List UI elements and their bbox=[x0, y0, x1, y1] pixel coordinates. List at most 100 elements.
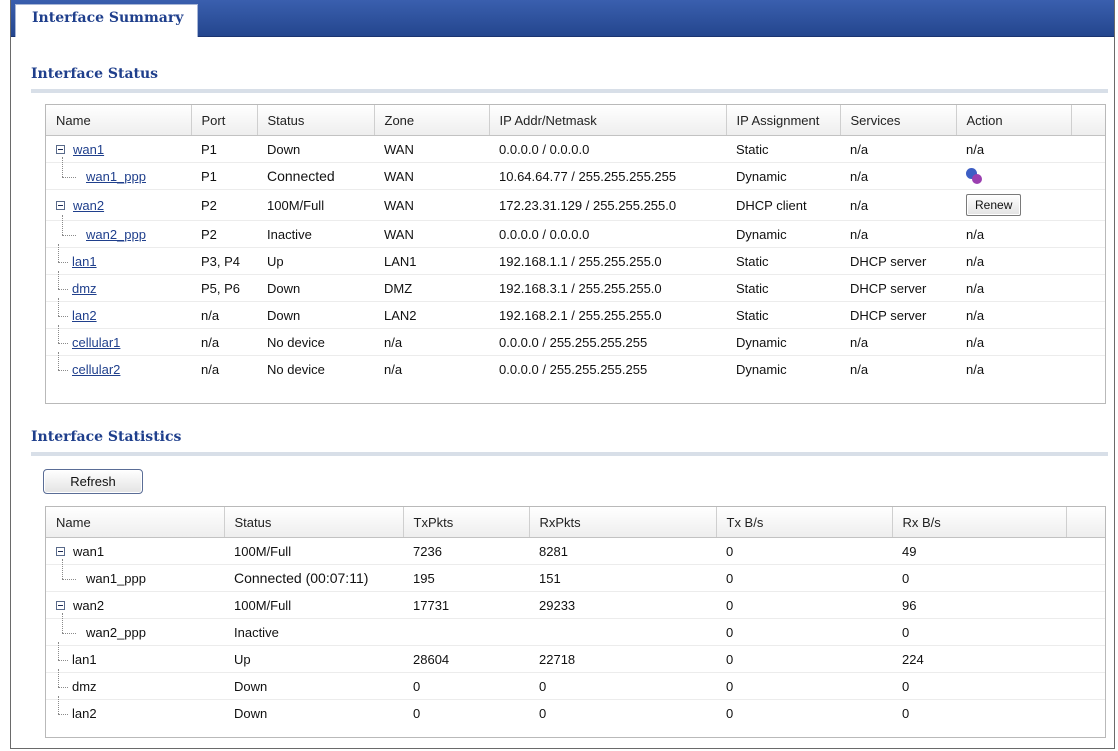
name-cell: dmz bbox=[46, 668, 224, 700]
spacer-cell bbox=[1066, 564, 1105, 592]
connect-icon[interactable] bbox=[966, 168, 982, 185]
zone-cell: WAN bbox=[374, 162, 489, 190]
column-header[interactable]: Zone bbox=[374, 105, 490, 136]
interface-name: wan1 bbox=[73, 543, 105, 559]
status-cell: 100M/Full bbox=[224, 537, 403, 565]
zone-cell: LAN1 bbox=[374, 247, 489, 275]
txpkts-cell: 7236 bbox=[403, 537, 529, 565]
column-header[interactable]: Name bbox=[46, 507, 225, 538]
column-header[interactable]: Action bbox=[956, 105, 1072, 136]
action-cell: n/a bbox=[956, 220, 1071, 248]
ip-netmask-cell: 0.0.0.0 / 255.255.255.255 bbox=[489, 328, 726, 356]
rxpkts-cell: 151 bbox=[529, 564, 716, 592]
interface-link[interactable]: wan1_ppp bbox=[86, 169, 146, 184]
zone-cell: WAN bbox=[374, 135, 489, 163]
column-header[interactable]: Services bbox=[840, 105, 957, 136]
tab-interface-summary[interactable]: Interface Summary bbox=[15, 4, 198, 37]
action-cell: n/a bbox=[956, 301, 1071, 329]
name-cell: wan1 bbox=[46, 537, 224, 565]
column-header[interactable] bbox=[1071, 105, 1105, 136]
interface-link[interactable]: wan2_ppp bbox=[86, 227, 146, 242]
column-header[interactable]: Status bbox=[224, 507, 404, 538]
tree-branch: wan2_ppp bbox=[56, 214, 146, 242]
column-header[interactable]: Rx B/s bbox=[892, 507, 1067, 538]
column-header[interactable]: Name bbox=[46, 105, 192, 136]
collapse-icon[interactable] bbox=[56, 546, 65, 556]
interface-statistics-table: Name Status TxPkts RxPkts Tx B/s Rx B/s wan1 1… bbox=[45, 506, 1106, 738]
spacer-cell bbox=[1071, 189, 1105, 221]
name-cell: wan2 bbox=[46, 189, 191, 221]
interface-link[interactable]: wan1 bbox=[73, 142, 104, 157]
ip-netmask-cell: 192.168.3.1 / 255.255.255.0 bbox=[489, 274, 726, 302]
tree-branch: lan2 bbox=[56, 297, 97, 323]
interface-link[interactable]: dmz bbox=[72, 281, 97, 296]
rxpkts-cell bbox=[529, 618, 716, 646]
column-header[interactable]: RxPkts bbox=[529, 507, 717, 538]
interface-link[interactable]: wan2 bbox=[73, 198, 104, 213]
renew-button[interactable]: Renew bbox=[966, 194, 1022, 216]
status-cell: Down bbox=[257, 274, 374, 302]
column-header[interactable]: Status bbox=[257, 105, 375, 136]
services-cell: n/a bbox=[840, 328, 956, 356]
interface-summary-panel: Interface Summary Interface Status Name P… bbox=[10, 0, 1115, 749]
tx-bps-cell: 0 bbox=[716, 618, 892, 646]
action-cell: n/a bbox=[956, 135, 1071, 163]
column-header[interactable]: TxPkts bbox=[403, 507, 530, 538]
column-header[interactable]: IP Assignment bbox=[726, 105, 841, 136]
rx-bps-cell: 0 bbox=[892, 564, 1066, 592]
spacer-cell bbox=[1066, 672, 1105, 700]
table-row: lan2 Down 0 0 0 0 bbox=[46, 695, 1105, 727]
status-cell: Inactive bbox=[224, 618, 403, 646]
column-header[interactable] bbox=[1066, 507, 1105, 538]
ip-assignment-cell: Static bbox=[726, 301, 840, 329]
table-row: wan1_ppp Connected (00:07:11) 195 151 0 0 bbox=[46, 558, 1105, 592]
services-cell: n/a bbox=[840, 220, 956, 248]
action-cell: n/a bbox=[956, 328, 1071, 356]
tree-branch: wan2_ppp bbox=[56, 612, 146, 640]
table-row: wan1 P1 Down WAN 0.0.0.0 / 0.0.0.0 Static n/a n… bbox=[46, 135, 1105, 163]
column-header[interactable]: Port bbox=[191, 105, 258, 136]
table-row: wan2 100M/Full 17731 29233 0 96 bbox=[46, 591, 1105, 619]
status-cell: Connected bbox=[257, 162, 374, 190]
interface-link[interactable]: cellular2 bbox=[72, 362, 120, 377]
section-divider bbox=[31, 452, 1108, 456]
zone-cell: DMZ bbox=[374, 274, 489, 302]
table-row: wan2_ppp P2 Inactive WAN 0.0.0.0 / 0.0.0.0 Dy… bbox=[46, 214, 1105, 248]
rxpkts-cell: 0 bbox=[529, 672, 716, 700]
collapse-icon[interactable] bbox=[56, 200, 65, 210]
column-header[interactable]: IP Addr/Netmask bbox=[489, 105, 727, 136]
interface-link[interactable]: cellular1 bbox=[72, 335, 120, 350]
collapse-icon[interactable] bbox=[56, 144, 65, 154]
interface-link[interactable]: lan2 bbox=[72, 308, 97, 323]
ip-assignment-cell: Static bbox=[726, 247, 840, 275]
collapse-icon[interactable] bbox=[56, 600, 65, 610]
refresh-button[interactable]: Refresh bbox=[43, 469, 143, 494]
tree-branch: cellular1 bbox=[56, 324, 120, 350]
ip-netmask-cell: 0.0.0.0 / 0.0.0.0 bbox=[489, 135, 726, 163]
tx-bps-cell: 0 bbox=[716, 564, 892, 592]
spacer-cell bbox=[1071, 328, 1105, 356]
spacer-cell bbox=[1066, 645, 1105, 673]
table-row: wan1_ppp P1 Connected WAN 10.64.64.77 / 255.… bbox=[46, 156, 1105, 190]
port-cell: P1 bbox=[191, 162, 257, 190]
column-header[interactable]: Tx B/s bbox=[716, 507, 893, 538]
name-cell: dmz bbox=[46, 270, 191, 302]
table-row: dmz P5, P6 Down DMZ 192.168.3.1 / 255.255.25… bbox=[46, 270, 1105, 302]
tree-branch: cellular2 bbox=[56, 351, 120, 377]
tree-branch: wan1_ppp bbox=[56, 156, 146, 184]
interface-link[interactable]: lan1 bbox=[72, 254, 97, 269]
ip-assignment-cell: Dynamic bbox=[726, 328, 840, 356]
port-cell: n/a bbox=[191, 328, 257, 356]
spacer-cell bbox=[1071, 301, 1105, 329]
ip-netmask-cell: 192.168.1.1 / 255.255.255.0 bbox=[489, 247, 726, 275]
name-cell: lan1 bbox=[46, 243, 191, 275]
rxpkts-cell: 29233 bbox=[529, 591, 716, 619]
ip-assignment-cell: Dynamic bbox=[736, 361, 787, 377]
status-cell: No device bbox=[257, 328, 374, 356]
spacer-cell bbox=[1066, 700, 1105, 727]
tree-branch: wan1 bbox=[73, 544, 104, 559]
name-cell: lan2 bbox=[46, 695, 224, 727]
tab-bar: Interface Summary bbox=[11, 0, 1114, 37]
interface-status-table: Name Port Status Zone IP Addr/Netmask IP Assi… bbox=[45, 104, 1106, 404]
name-cell: wan2_ppp bbox=[46, 214, 191, 248]
